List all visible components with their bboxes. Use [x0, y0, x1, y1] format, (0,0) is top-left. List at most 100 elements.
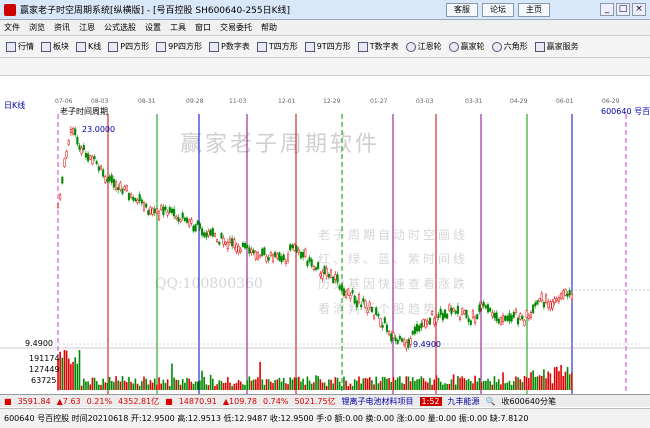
menu-settings[interactable]: 设置: [145, 22, 161, 33]
menu-file[interactable]: 文件: [4, 22, 20, 33]
forum-button[interactable]: 论坛: [482, 3, 514, 17]
search-icon[interactable]: 🔍: [486, 397, 496, 406]
volume-bar: [534, 376, 537, 390]
candle-body: [519, 313, 522, 320]
candle-body: [433, 318, 436, 325]
volume-bar: [91, 377, 94, 390]
candle-body: [99, 166, 103, 170]
candle-body: [547, 301, 550, 308]
candle-body: [117, 187, 120, 191]
volume-bar: [568, 374, 571, 390]
candle-body: [557, 297, 561, 302]
date-tick-label: 11-03: [229, 98, 247, 105]
quick-search-field[interactable]: 收600640分笔: [501, 396, 556, 407]
toolbar-9p-square-button[interactable]: 9P四方形: [156, 41, 202, 52]
candle-body: [56, 204, 60, 208]
homepage-button[interactable]: 主页: [518, 3, 550, 17]
candle-body: [136, 199, 139, 204]
toolbar-gann-wheel-button[interactable]: 江恩轮: [405, 41, 442, 52]
sz-index-icon: ■: [165, 396, 173, 406]
candle-body: [514, 309, 518, 313]
volume-bar: [396, 377, 399, 390]
date-tick-label: 03-31: [465, 98, 483, 105]
volume-bar: [289, 377, 291, 390]
menu-help[interactable]: 帮助: [261, 22, 277, 33]
candle-body: [319, 273, 322, 277]
candle-body: [342, 288, 345, 296]
candle-body: [381, 325, 384, 328]
volume-bar: [257, 377, 259, 390]
volume-bar: [95, 381, 98, 390]
candle-body: [299, 252, 302, 259]
toolbar-t-table-button[interactable]: T数字表: [357, 41, 399, 52]
menu-gann[interactable]: 江恩: [79, 22, 95, 33]
candle-body: [385, 324, 388, 332]
menu-formula[interactable]: 公式选股: [104, 22, 136, 33]
volume-bar: [143, 376, 145, 390]
volume-bar: [459, 377, 461, 390]
candle-body: [317, 262, 320, 270]
volume-bar: [332, 383, 334, 390]
volume-bar: [325, 385, 328, 390]
news-ticker[interactable]: 锂离子电池材料项目: [342, 396, 414, 407]
volume-bar: [356, 380, 358, 390]
menu-tools[interactable]: 工具: [170, 22, 186, 33]
volume-bar: [117, 380, 119, 390]
toolbar-9t-square-button[interactable]: 9T四方形: [304, 41, 351, 52]
candle-body: [231, 238, 234, 247]
candle-body: [542, 301, 545, 308]
volume-bar: [407, 376, 410, 390]
date-tick-label: 06-01: [556, 98, 574, 105]
toolbar-p-square-button[interactable]: P四方形: [108, 41, 149, 52]
toolbar-board-button[interactable]: 板块: [41, 41, 69, 52]
index-status-bar: ■ 3591.84 ▲7.63 0.21% 4352.81亿 ■ 14870.9…: [0, 394, 650, 407]
volume-bar: [136, 383, 139, 390]
sz-index-value[interactable]: 14870.91: [179, 397, 217, 406]
candle-body: [149, 206, 152, 214]
candle-body: [330, 269, 333, 278]
candle-body: [422, 319, 425, 327]
menu-info[interactable]: 资讯: [54, 22, 70, 33]
kline-chart[interactable]: 日K线 老子时间周期 600640 号百控股 赢家老子周期软件 QQ:10080…: [0, 76, 650, 394]
volume-bar: [571, 372, 573, 390]
toolbar-kline-button[interactable]: K线: [76, 41, 101, 52]
minimize-button[interactable]: _: [600, 3, 614, 16]
toolbar-service-button[interactable]: 赢家服务: [534, 41, 579, 52]
volume-bar: [298, 376, 300, 390]
volume-bar: [188, 378, 190, 390]
close-button[interactable]: ×: [632, 3, 646, 16]
sh-index-amount: 4352.81亿: [118, 396, 160, 406]
candle-body: [508, 313, 511, 322]
volume-bar: [323, 382, 326, 390]
candle-body: [465, 309, 468, 318]
toolbar-market-button[interactable]: 行情: [6, 41, 34, 52]
candle-body: [213, 233, 216, 237]
sh-index-value[interactable]: 3591.84: [18, 397, 51, 406]
toolbar-hexagon-button[interactable]: 六角形: [491, 41, 528, 52]
menu-browse[interactable]: 浏览: [29, 22, 45, 33]
volume-bar: [532, 370, 534, 390]
news-ticker-2[interactable]: 九丰能源: [448, 396, 480, 407]
candle-body: [295, 246, 298, 253]
candle-body: [108, 176, 111, 182]
toolbar-p-table-button[interactable]: P数字表: [209, 41, 250, 52]
volume-bar: [315, 375, 317, 390]
volume-bar: [497, 379, 500, 390]
service-icon: [534, 41, 545, 52]
volume-bar: [422, 378, 425, 390]
p-square-icon: [108, 41, 119, 52]
volume-bar: [525, 377, 528, 390]
volume-bar: [282, 377, 285, 390]
candle-body: [252, 250, 255, 254]
menu-trade[interactable]: 交易委托: [220, 22, 252, 33]
toolbar-winner-wheel-button[interactable]: 赢家轮: [448, 41, 485, 52]
candle-body: [375, 307, 378, 315]
candle-body: [59, 194, 62, 200]
volume-bar: [205, 384, 208, 390]
maximize-button[interactable]: □: [616, 3, 630, 16]
candle-body: [173, 208, 176, 217]
menu-window[interactable]: 窗口: [195, 22, 211, 33]
service-button[interactable]: 客服: [446, 3, 478, 17]
candle-body: [274, 251, 277, 257]
toolbar-t-square-button[interactable]: T四方形: [256, 41, 298, 52]
